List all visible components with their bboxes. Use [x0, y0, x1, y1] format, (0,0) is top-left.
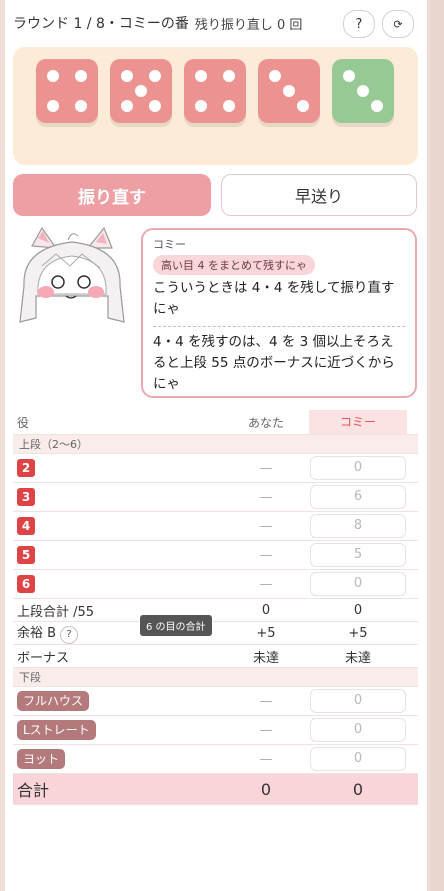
die-pip: [120, 70, 133, 83]
speech-message: こういうときは 4・4 を残して振り直すにゃ: [153, 280, 395, 317]
die-pip: [342, 70, 355, 83]
die-pip: [120, 99, 133, 112]
die-pip: [194, 70, 207, 83]
dice-area: [13, 47, 418, 165]
you-score: —: [259, 460, 273, 476]
die-pip: [223, 99, 236, 112]
you-score: —: [259, 547, 273, 563]
speech-explanation: 4・4 を残すのは、4 を 3 個以上そろえると上段 55 点のボーナスに近づく…: [153, 334, 395, 392]
upper-section-header: 上段（2〜6）: [13, 435, 418, 454]
total-row: 合計 0 0: [13, 774, 418, 805]
upper-total-row: 上段合計 /55 0 0: [13, 599, 418, 622]
die-3[interactable]: [184, 59, 246, 123]
category-badge: 4: [17, 517, 35, 535]
rerolls-remaining: 残り振り直し 0 回: [194, 17, 303, 33]
category-badge: 5: [17, 546, 35, 564]
die-pip: [46, 99, 59, 112]
refresh-button[interactable]: ⟳: [382, 10, 414, 38]
die-pip: [268, 70, 281, 83]
category-badge: 3: [17, 488, 35, 506]
table-row: フルハウス — 0: [13, 687, 418, 716]
die-pip: [46, 70, 59, 83]
you-score: —: [259, 489, 273, 505]
you-score: —: [259, 693, 273, 709]
you-score: —: [259, 518, 273, 534]
you-score: —: [259, 722, 273, 738]
die-pip: [75, 70, 88, 83]
die-pip: [75, 99, 88, 112]
cpu-margin: +5: [348, 625, 368, 641]
hint-tag: 高い目 4 をまとめて残すにゃ: [153, 255, 315, 275]
category-badge: フルハウス: [17, 691, 90, 711]
margin-row: 余裕 B? +5 +5: [13, 622, 418, 645]
you-score: —: [259, 576, 273, 592]
table-row: 3 — 6: [13, 483, 418, 512]
col-cpu: コミー: [309, 410, 407, 434]
you-total: 0: [260, 779, 272, 799]
cpu-score-field[interactable]: 0: [310, 572, 406, 596]
table-row: ヨット — 0: [13, 745, 418, 774]
cpu-score-field[interactable]: 5: [310, 543, 406, 567]
lower-section-header: 下段: [13, 668, 418, 687]
die-pip: [371, 99, 384, 112]
cpu-score-field[interactable]: 0: [310, 718, 406, 742]
reroll-button[interactable]: 振り直す: [13, 174, 211, 216]
help-icon: ?: [355, 16, 363, 32]
header: ラウンド 1 / 8・コミーの番 残り振り直し 0 回 ? ⟳: [13, 8, 417, 38]
die-pip: [357, 85, 369, 97]
category-badge: 2: [17, 459, 35, 477]
die-5[interactable]: [332, 59, 394, 123]
refresh-icon: ⟳: [393, 17, 403, 31]
help-icon[interactable]: ?: [60, 626, 79, 644]
fast-forward-button[interactable]: 早送り: [221, 174, 417, 216]
margin-label: 余裕 B: [17, 626, 57, 641]
bonus-row: ボーナス 未達 未達: [13, 645, 418, 668]
die-pip: [149, 70, 162, 83]
col-you: あなた: [247, 415, 284, 430]
die-pip: [194, 99, 207, 112]
die-2[interactable]: [110, 59, 172, 123]
score-table: 役 あなた コミー 上段（2〜6） 2 — 0 3 — 6 4 — 8 5 — …: [13, 410, 418, 805]
you-upper-total: 0: [261, 602, 271, 618]
cpu-bonus: 未達: [344, 650, 371, 666]
cpu-score-field[interactable]: 8: [310, 514, 406, 538]
table-row: Lストレート — 0: [13, 716, 418, 745]
table-row: 5 — 5: [13, 541, 418, 570]
die-pip: [135, 85, 147, 97]
speaker-name: コミー: [153, 238, 186, 251]
divider: [153, 326, 405, 327]
you-margin: +5: [256, 625, 276, 641]
table-row: 6 — 0: [13, 570, 418, 599]
die-1[interactable]: [36, 59, 98, 123]
scrollbar[interactable]: [430, 0, 444, 891]
table-row: 4 — 8: [13, 512, 418, 541]
round-title: ラウンド 1 / 8・コミーの番: [13, 16, 189, 32]
help-button[interactable]: ?: [343, 10, 375, 38]
die-4[interactable]: [258, 59, 320, 123]
speech-bubble: コミー 高い目 4 をまとめて残すにゃ こういうときは 4・4 を残して振り直す…: [141, 228, 417, 398]
cpu-score-field[interactable]: 0: [310, 689, 406, 713]
total-label: 合計: [17, 781, 50, 800]
table-row: 2 — 0: [13, 454, 418, 483]
category-badge: 6: [17, 575, 35, 593]
die-pip: [149, 99, 162, 112]
tooltip: 6 の目の合計: [140, 615, 212, 636]
cpu-score-field[interactable]: 0: [310, 456, 406, 480]
cpu-upper-total: 0: [353, 602, 363, 618]
col-role: 役: [17, 415, 30, 430]
you-score: —: [259, 751, 273, 767]
die-pip: [297, 99, 310, 112]
komii-avatar: [19, 226, 125, 323]
cpu-score-field[interactable]: 6: [310, 485, 406, 509]
table-header: 役 あなた コミー: [13, 410, 418, 435]
category-badge: Lストレート: [17, 720, 96, 740]
die-pip: [223, 70, 236, 83]
bonus-label: ボーナス: [17, 650, 70, 666]
cpu-total: 0: [352, 779, 364, 799]
cpu-score-field[interactable]: 0: [310, 747, 406, 771]
die-pip: [283, 85, 295, 97]
you-bonus: 未達: [252, 650, 279, 666]
category-badge: ヨット: [17, 749, 66, 769]
